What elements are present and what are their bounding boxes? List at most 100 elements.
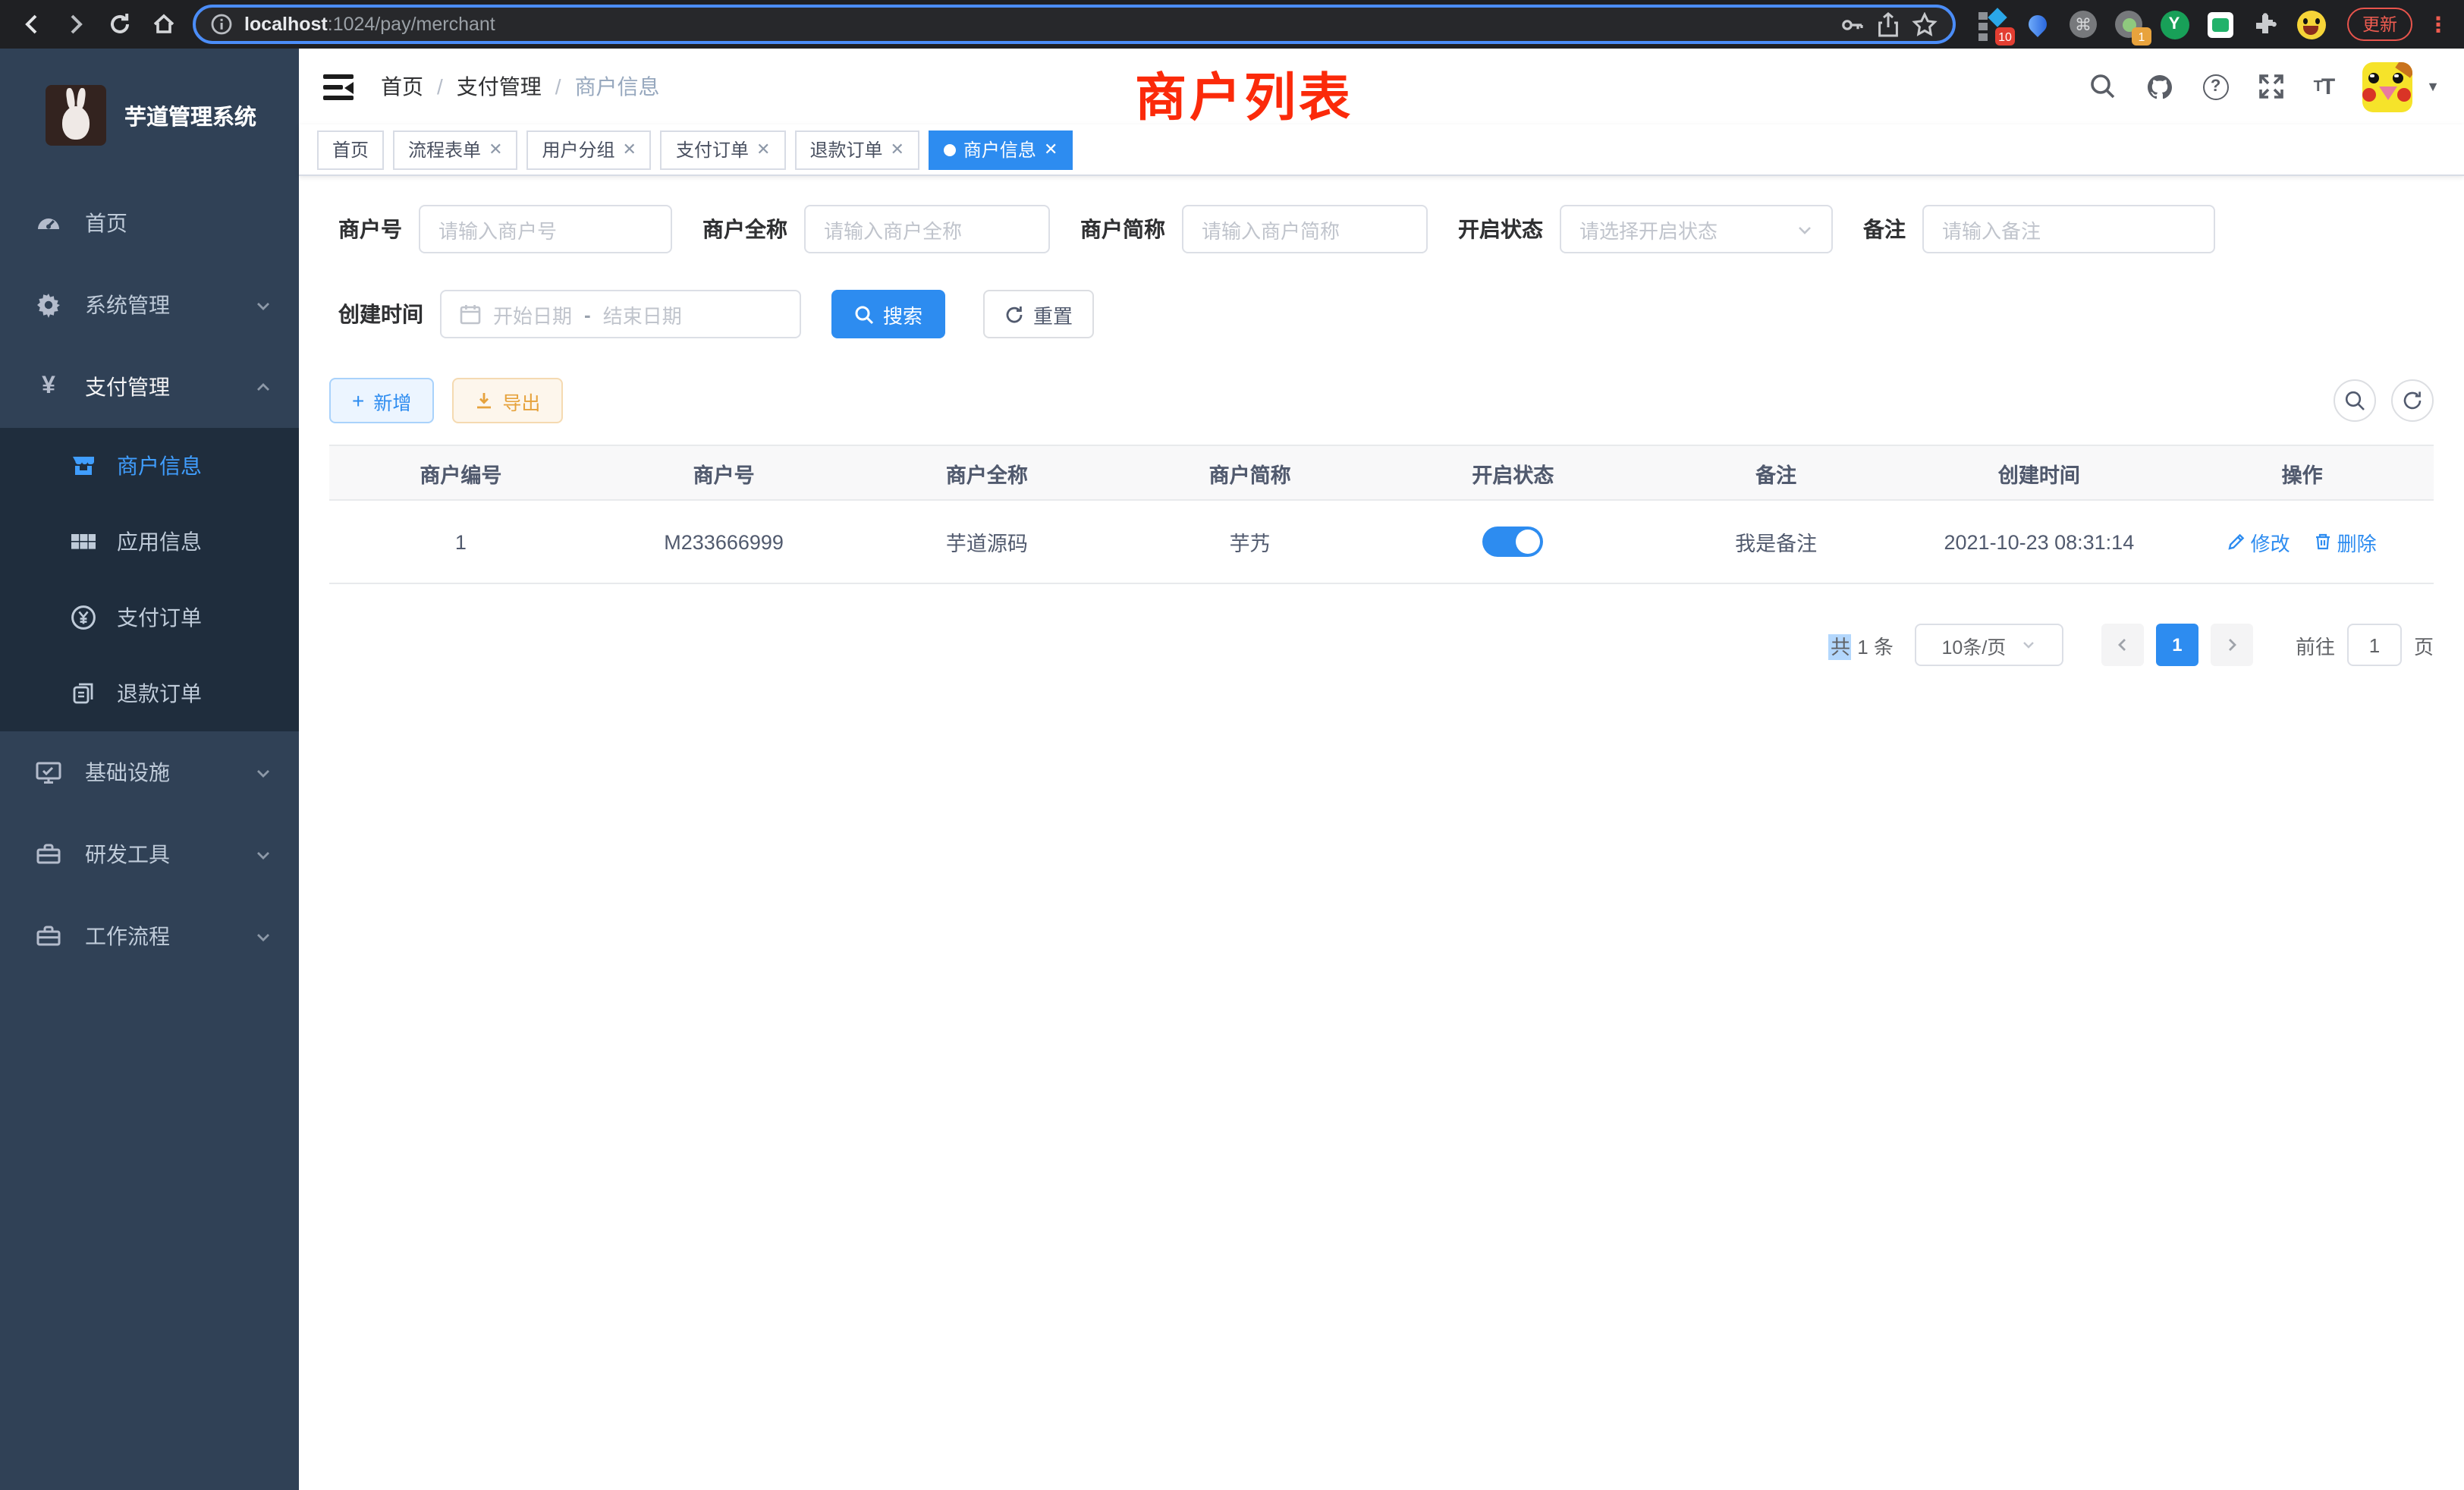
extension-boards-icon[interactable]: 10 xyxy=(1977,9,2007,39)
active-dot xyxy=(944,143,956,156)
close-icon[interactable]: ✕ xyxy=(1044,140,1058,159)
sidebar-item-app-info[interactable]: 应用信息 xyxy=(0,504,299,580)
cell-merchant-id: 1 xyxy=(329,500,592,583)
goto-page-input[interactable] xyxy=(2347,624,2402,666)
gear-icon xyxy=(33,291,64,319)
chevron-down-icon xyxy=(255,764,272,781)
close-icon[interactable]: ✕ xyxy=(890,140,904,159)
sidebar-item-workflow[interactable]: 工作流程 xyxy=(0,895,299,977)
export-button[interactable]: 导出 xyxy=(452,378,563,423)
col-merchant-no: 商户号 xyxy=(592,445,856,500)
extensions-puzzle-icon[interactable] xyxy=(2250,9,2280,39)
github-icon[interactable] xyxy=(2145,72,2174,101)
chevron-down-icon xyxy=(2021,637,2036,652)
user-avatar[interactable] xyxy=(2362,61,2412,112)
close-icon[interactable]: ✕ xyxy=(756,140,770,159)
breadcrumb-pay[interactable]: 支付管理 xyxy=(457,71,542,102)
refresh-button[interactable] xyxy=(2391,379,2434,422)
extension-pin-icon[interactable] xyxy=(2022,9,2053,39)
reload-icon[interactable] xyxy=(104,8,137,41)
tab-refund-order[interactable]: 退款订单✕ xyxy=(794,130,919,169)
cell-status xyxy=(1381,500,1645,583)
home-icon[interactable] xyxy=(149,8,181,41)
share-icon[interactable] xyxy=(1877,11,1900,37)
extension-y-icon[interactable]: Y xyxy=(2159,9,2189,39)
help-icon[interactable]: ? xyxy=(2203,74,2229,99)
sidebar-fold-icon[interactable] xyxy=(323,74,354,102)
sidebar-item-home[interactable]: 首页 xyxy=(0,182,299,264)
create-time-range-input[interactable]: 开始日期 - 结束日期 xyxy=(440,290,801,338)
sidebar-item-pay[interactable]: ¥ 支付管理 xyxy=(0,346,299,428)
delete-link[interactable]: 删除 xyxy=(2315,527,2377,556)
extension-recorder-icon[interactable]: 1 xyxy=(2114,9,2144,39)
font-size-icon[interactable]: TT xyxy=(2314,74,2334,99)
sidebar-item-system[interactable]: 系统管理 xyxy=(0,264,299,346)
breadcrumb-home[interactable]: 首页 xyxy=(381,71,423,102)
extension-badge: 1 xyxy=(2132,27,2151,46)
browser-profile-avatar[interactable] xyxy=(2296,9,2326,39)
remark-input[interactable]: 请输入备注 xyxy=(1922,205,2215,253)
tab-merchant-info[interactable]: 商户信息✕ xyxy=(929,130,1073,169)
bookmark-star-icon[interactable] xyxy=(1912,11,1938,37)
tab-home[interactable]: 首页 xyxy=(317,130,384,169)
avatar-caret-icon[interactable]: ▼ xyxy=(2426,79,2440,94)
next-page-button[interactable] xyxy=(2211,624,2253,666)
remark-label: 备注 xyxy=(1863,214,1906,244)
edit-link[interactable]: 修改 xyxy=(2228,527,2290,556)
dashboard-icon xyxy=(33,209,64,237)
fullscreen-icon[interactable] xyxy=(2258,73,2285,100)
password-key-icon[interactable] xyxy=(1839,11,1865,37)
page-1-button[interactable]: 1 xyxy=(2156,624,2198,666)
site-info-icon[interactable] xyxy=(211,14,232,35)
extension-command-icon[interactable]: ⌘ xyxy=(2068,9,2098,39)
col-remark: 备注 xyxy=(1645,445,1908,500)
status-select[interactable]: 请选择开启状态 xyxy=(1560,205,1833,253)
sidebar-item-merchant-info[interactable]: 商户信息 xyxy=(0,428,299,504)
hide-search-button[interactable] xyxy=(2334,379,2376,422)
short-name-label: 商户简称 xyxy=(1080,214,1165,244)
pay-submenu: 商户信息 应用信息 支付订单 xyxy=(0,428,299,731)
monitor-check-icon xyxy=(33,759,64,786)
pay-order-icon xyxy=(70,604,97,631)
app-logo-row[interactable]: 芋道管理系统 xyxy=(0,49,299,182)
forward-icon[interactable] xyxy=(60,8,93,41)
chevron-down-icon xyxy=(255,297,272,313)
goto-label: 前往 xyxy=(2296,630,2335,659)
back-icon[interactable] xyxy=(15,8,48,41)
status-toggle[interactable] xyxy=(1482,527,1543,557)
add-button[interactable]: + 新增 xyxy=(329,378,434,423)
tab-process-form[interactable]: 流程表单✕ xyxy=(393,130,517,169)
merchant-no-input[interactable]: 请输入商户号 xyxy=(419,205,672,253)
screen: localhost:1024/pay/merchant 10 ⌘ 1 Y xyxy=(0,0,2464,1490)
page-size-select[interactable]: 10条/页 xyxy=(1915,624,2063,666)
create-time-label: 创建时间 xyxy=(338,299,423,329)
full-name-input[interactable]: 请输入商户全称 xyxy=(804,205,1050,253)
reset-button[interactable]: 重置 xyxy=(983,290,1094,338)
browser-update-button[interactable]: 更新 xyxy=(2347,8,2412,41)
prev-page-button[interactable] xyxy=(2101,624,2144,666)
documents-icon xyxy=(70,680,97,707)
col-create-time: 创建时间 xyxy=(1908,445,2171,500)
calendar-icon xyxy=(460,303,481,325)
short-name-input[interactable]: 请输入商户简称 xyxy=(1182,205,1428,253)
store-icon xyxy=(70,452,97,479)
sidebar-item-pay-order[interactable]: 支付订单 xyxy=(0,580,299,655)
page-title-annotation: 商户列表 xyxy=(1135,56,1353,130)
browser-menu-icon[interactable]: ⋮ xyxy=(2428,11,2449,37)
close-icon[interactable]: ✕ xyxy=(489,140,502,159)
tab-pay-order[interactable]: 支付订单✕ xyxy=(661,130,785,169)
search-icon[interactable] xyxy=(2089,73,2117,100)
col-status: 开启状态 xyxy=(1381,445,1645,500)
close-icon[interactable]: ✕ xyxy=(623,140,636,159)
chevron-down-icon xyxy=(255,846,272,863)
tab-user-group[interactable]: 用户分组✕ xyxy=(527,130,652,169)
search-button[interactable]: 搜索 xyxy=(831,290,945,338)
sidebar-item-infra[interactable]: 基础设施 xyxy=(0,731,299,813)
url-bar[interactable]: localhost:1024/pay/merchant xyxy=(193,5,1956,44)
tags-view: 首页 流程表单✕ 用户分组✕ 支付订单✕ 退款订单✕ 商户信息✕ xyxy=(299,124,2464,176)
merchant-no-label: 商户号 xyxy=(338,214,402,244)
cell-merchant-no: M233666999 xyxy=(592,500,856,583)
sidebar-item-refund-order[interactable]: 退款订单 xyxy=(0,655,299,731)
sidebar-item-dev-tools[interactable]: 研发工具 xyxy=(0,813,299,895)
extension-chat-icon[interactable] xyxy=(2205,9,2235,39)
